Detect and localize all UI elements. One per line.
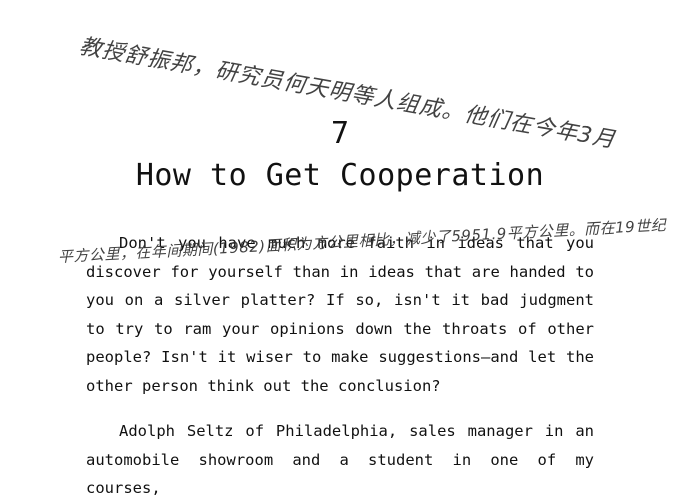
chapter-number: 7 [330, 116, 350, 151]
body-paragraph-2: Adolph Seltz of Philadelphia, sales mana… [86, 422, 594, 497]
chapter-title: How to Get Cooperation [135, 158, 545, 193]
